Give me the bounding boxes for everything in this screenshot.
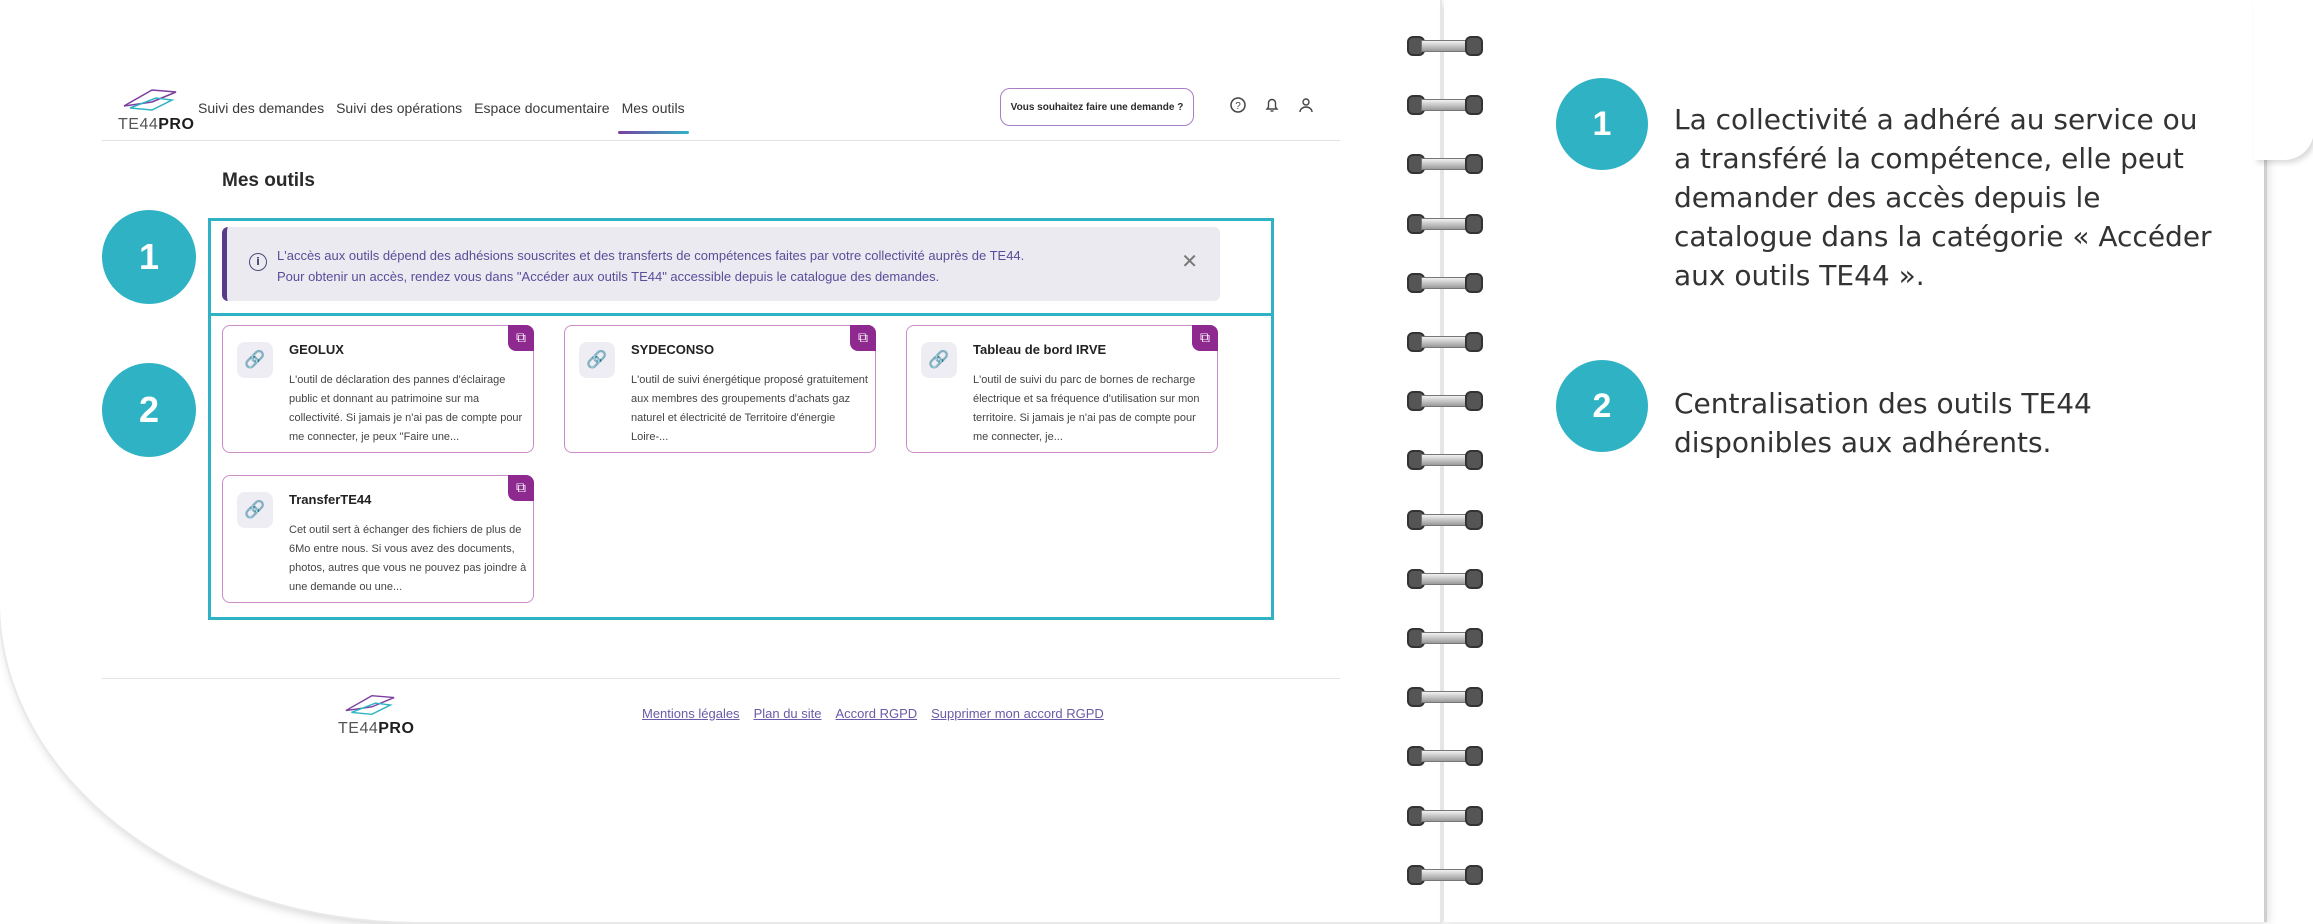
- svg-text:?: ?: [1235, 101, 1241, 112]
- new-request-button[interactable]: Vous souhaitez faire une demande ?: [1000, 88, 1194, 126]
- nav-suivi-demandes[interactable]: Suivi des demandes: [198, 100, 324, 134]
- spiral-ring: [1405, 93, 1485, 117]
- note-text-2: Centralisation des outils TE44 disponibl…: [1674, 387, 2092, 459]
- spiral-ring: [1405, 330, 1485, 354]
- link-mentions-legales[interactable]: Mentions légales: [642, 706, 740, 721]
- spiral-ring: [1405, 152, 1485, 176]
- step-marker-1: 1: [102, 210, 196, 304]
- highlight-frame-1: [208, 218, 1274, 316]
- step-marker-2: 2: [102, 363, 196, 457]
- left-page: TE44PRO Suivi des demandes Suivi des opé…: [0, 0, 1440, 922]
- logo-icon: [123, 89, 177, 111]
- nav-suivi-operations[interactable]: Suivi des opérations: [336, 100, 462, 134]
- logo-text: TE44PRO: [118, 116, 195, 133]
- page-title: Mes outils: [222, 170, 315, 191]
- spiral-ring: [1405, 271, 1485, 295]
- page-tab: [2254, 0, 2313, 160]
- footer-logo[interactable]: TE44PRO: [336, 692, 416, 738]
- spiral-ring: [1405, 448, 1485, 472]
- logo-icon: [345, 695, 395, 715]
- logo[interactable]: TE44PRO: [114, 86, 194, 134]
- logo-text: TE44PRO: [338, 720, 415, 737]
- spiral-ring: [1405, 804, 1485, 828]
- spiral-ring: [1405, 389, 1485, 413]
- nav-espace-documentaire[interactable]: Espace documentaire: [474, 100, 609, 134]
- spiral-ring: [1405, 626, 1485, 650]
- note-text-1: La collectivité a adhéré au service ou a…: [1674, 103, 2212, 292]
- spiral-ring: [1405, 744, 1485, 768]
- footer-links: Mentions légales Plan du site Accord RGP…: [642, 706, 1104, 721]
- nav-mes-outils[interactable]: Mes outils: [617, 100, 689, 134]
- spiral-ring: [1405, 508, 1485, 532]
- footer-divider: [102, 678, 1340, 679]
- spiral-ring: [1405, 212, 1485, 236]
- main-nav: Suivi des demandes Suivi des opérations …: [198, 100, 689, 134]
- highlight-frame-2: [208, 313, 1274, 620]
- spiral-ring: [1405, 685, 1485, 709]
- spiral-binding: [1405, 34, 1485, 904]
- link-supprimer-accord-rgpd[interactable]: Supprimer mon accord RGPD: [931, 706, 1104, 721]
- link-accord-rgpd[interactable]: Accord RGPD: [836, 706, 918, 721]
- user-icon[interactable]: [1296, 96, 1316, 116]
- spiral-ring: [1405, 567, 1485, 591]
- help-icon[interactable]: ?: [1228, 96, 1248, 116]
- link-plan-du-site[interactable]: Plan du site: [754, 706, 822, 721]
- spiral-ring: [1405, 863, 1485, 887]
- note-marker-1: 1: [1556, 78, 1648, 170]
- app-header: TE44PRO Suivi des demandes Suivi des opé…: [102, 80, 1340, 141]
- bell-icon[interactable]: [1262, 96, 1282, 116]
- spiral-ring: [1405, 34, 1485, 58]
- note-marker-2: 2: [1556, 360, 1648, 452]
